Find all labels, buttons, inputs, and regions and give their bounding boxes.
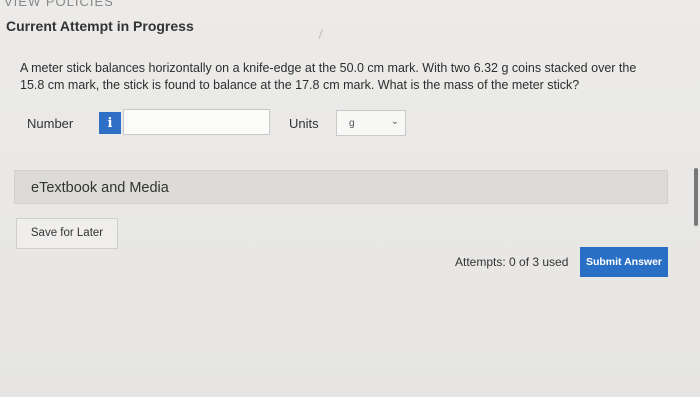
info-icon[interactable]: i <box>99 112 121 134</box>
question-text: A meter stick balances horizontally on a… <box>20 61 637 92</box>
assignment-page: VIEW POLICIES Current Attempt in Progres… <box>0 0 700 397</box>
chevron-down-icon: ⌄ <box>390 116 399 127</box>
units-select[interactable]: g ⌄ <box>336 110 406 136</box>
answer-row: Number i Units g ⌄ <box>22 108 412 138</box>
save-for-later-button[interactable]: Save for Later <box>16 218 118 249</box>
etextbook-label: eTextbook and Media <box>31 180 169 196</box>
units-selected-value: g <box>349 118 355 129</box>
number-label: Number <box>27 116 74 131</box>
number-input[interactable] <box>123 109 270 135</box>
scrollbar[interactable] <box>694 168 698 226</box>
page-title: Current Attempt in Progress <box>6 18 194 34</box>
submit-answer-button[interactable]: Submit Answer <box>580 247 668 277</box>
attempts-counter: Attempts: 0 of 3 used <box>455 255 569 269</box>
etextbook-media-panel[interactable]: eTextbook and Media <box>14 170 668 204</box>
decorative-mark <box>318 29 329 41</box>
units-label: Units <box>289 116 319 131</box>
view-policies-link[interactable]: VIEW POLICIES <box>4 0 114 9</box>
